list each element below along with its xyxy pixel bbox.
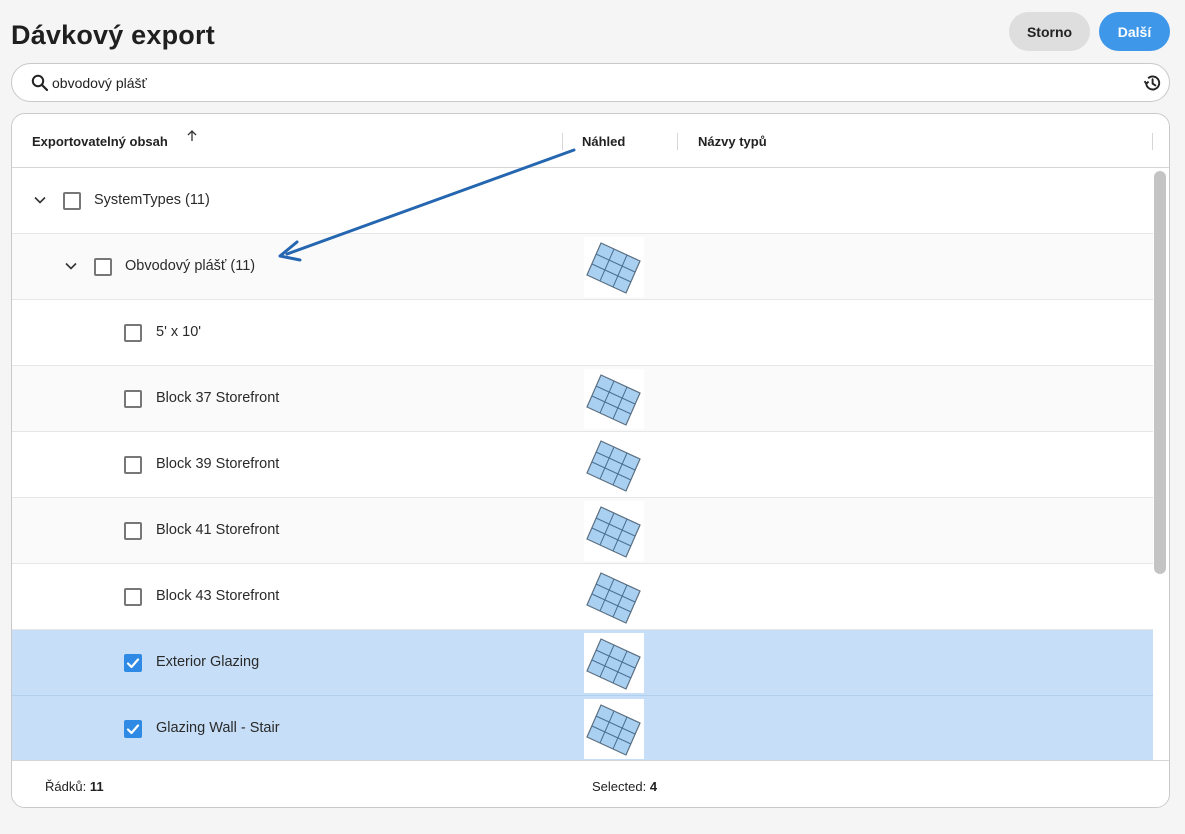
column-header-content[interactable]: Exportovatelný obsah (32, 134, 168, 149)
table-body: SystemTypes (11) Obvodový plášť (11) 5' x … (12, 168, 1153, 760)
row-label: SystemTypes (11) (94, 192, 210, 208)
table-row[interactable]: Block 41 Storefront (12, 498, 1153, 564)
table-row[interactable]: Exterior Glazing (12, 630, 1153, 696)
row-label: Block 37 Storefront (156, 390, 280, 406)
table-row[interactable]: Block 43 Storefront (12, 564, 1153, 630)
preview-thumbnail (584, 237, 644, 297)
sort-ascending-icon[interactable] (186, 129, 198, 143)
curtain-wall-preview-icon (586, 704, 641, 756)
curtain-wall-preview-icon (586, 506, 641, 558)
table-row[interactable]: Glazing Wall - Stair (12, 696, 1153, 760)
row-checkbox[interactable] (124, 720, 142, 738)
table-row[interactable]: 5' x 10' (12, 300, 1153, 366)
row-label: Obvodový plášť (11) (125, 258, 256, 274)
row-label: 5' x 10' (156, 324, 202, 340)
table-row[interactable]: Block 39 Storefront (12, 432, 1153, 498)
row-checkbox[interactable] (124, 390, 142, 408)
row-label: Block 43 Storefront (156, 588, 280, 604)
table-row[interactable]: Block 37 Storefront (12, 366, 1153, 432)
row-label: Block 39 Storefront (156, 456, 280, 472)
cancel-button[interactable]: Storno (1009, 12, 1090, 51)
page-title: Dávkový export (11, 20, 215, 50)
selected-count: Selected: 4 (592, 779, 658, 794)
curtain-wall-preview-icon (586, 374, 641, 426)
preview-thumbnail (584, 633, 644, 693)
preview-thumbnail (584, 699, 644, 759)
row-checkbox[interactable] (124, 522, 142, 540)
curtain-wall-preview-icon (586, 572, 641, 624)
chevron-down-icon[interactable] (33, 193, 47, 207)
row-checkbox[interactable] (63, 192, 81, 210)
curtain-wall-preview-icon (586, 638, 641, 690)
chevron-down-icon[interactable] (64, 259, 78, 273)
preview-thumbnail (584, 435, 644, 495)
column-header-preview[interactable]: Náhled (582, 134, 625, 149)
scrollbar-thumb[interactable] (1154, 171, 1166, 574)
export-table: Exportovatelný obsah Náhled Názvy typů S… (11, 113, 1170, 808)
row-label: Exterior Glazing (156, 654, 260, 670)
row-checkbox[interactable] (94, 258, 112, 276)
table-footer: Řádků: 11 Selected: 4 (12, 760, 1169, 807)
table-row[interactable]: SystemTypes (11) (12, 168, 1153, 234)
history-icon[interactable] (1142, 73, 1162, 93)
next-button[interactable]: Další (1099, 12, 1170, 51)
curtain-wall-preview-icon (586, 242, 641, 294)
search-icon (31, 74, 49, 92)
row-count: Řádků: 11 (45, 779, 104, 794)
preview-thumbnail (584, 501, 644, 561)
column-divider[interactable] (562, 133, 563, 150)
preview-thumbnail (584, 369, 644, 429)
row-label: Block 41 Storefront (156, 522, 280, 538)
row-label: Glazing Wall - Stair (156, 720, 280, 736)
row-checkbox[interactable] (124, 654, 142, 672)
search-bar[interactable] (11, 63, 1170, 102)
curtain-wall-preview-icon (586, 440, 641, 492)
row-checkbox[interactable] (124, 456, 142, 474)
search-input[interactable] (52, 73, 1132, 93)
table-row[interactable]: Obvodový plášť (11) (12, 234, 1153, 300)
table-header: Exportovatelný obsah Náhled Názvy typů (12, 114, 1169, 168)
column-header-type-names[interactable]: Názvy typů (698, 134, 767, 149)
row-checkbox[interactable] (124, 588, 142, 606)
column-divider[interactable] (677, 133, 678, 150)
column-divider[interactable] (1152, 133, 1153, 150)
preview-thumbnail (584, 567, 644, 627)
row-checkbox[interactable] (124, 324, 142, 342)
